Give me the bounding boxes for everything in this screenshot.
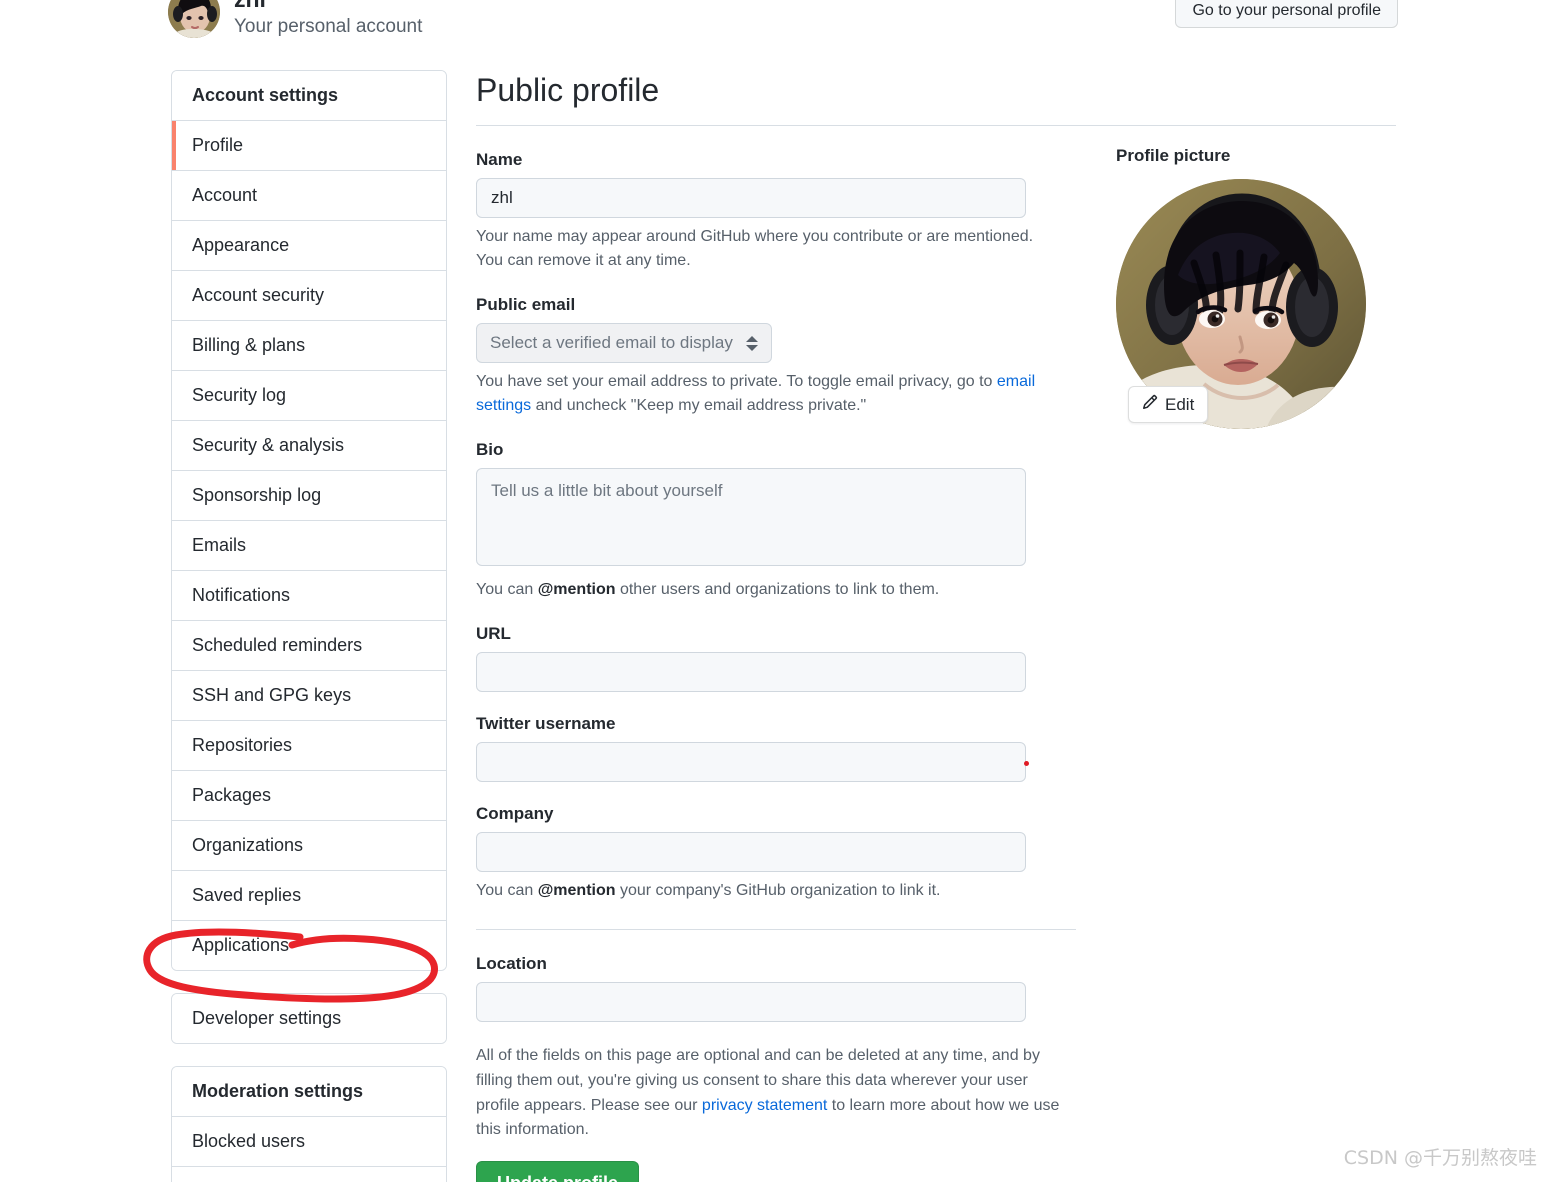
sidebar-item-notifications[interactable]: Notifications: [172, 571, 446, 621]
public-email-helper-text: You have set your email address to priva…: [476, 370, 1061, 418]
consent-text: All of the fields on this page are optio…: [476, 1044, 1066, 1143]
field-bio: Bio You can @mention other users and org…: [476, 440, 1076, 602]
sidebar-item-emails[interactable]: Emails: [172, 521, 446, 571]
company-input[interactable]: [476, 832, 1026, 872]
page-title: Public profile: [476, 72, 1396, 126]
sidebar-item-saved-replies[interactable]: Saved replies: [172, 871, 446, 921]
public-email-label: Public email: [476, 295, 576, 314]
public-email-selected-value: Select a verified email to display: [490, 333, 733, 352]
privacy-statement-link[interactable]: privacy statement: [702, 1097, 827, 1114]
red-dot-marker: [1024, 761, 1029, 766]
edit-button-label: Edit: [1165, 394, 1195, 414]
field-url: URL: [476, 624, 1076, 692]
sidebar-item-sponsorship-log[interactable]: Sponsorship log: [172, 471, 446, 521]
public-email-select[interactable]: Select a verified email to display: [476, 323, 772, 363]
account-subtitle: Your personal account: [234, 16, 423, 38]
public-email-helper-suffix: and uncheck "Keep my email address priva…: [531, 397, 867, 414]
twitter-label: Twitter username: [476, 714, 616, 733]
public-profile-form: Public profile Name Your name may appear…: [476, 72, 1396, 1182]
url-input[interactable]: [476, 652, 1026, 692]
twitter-input[interactable]: [476, 742, 1026, 782]
company-helper-text: You can @mention your company's GitHub o…: [476, 879, 1061, 903]
bio-helper-mention: @mention: [537, 581, 616, 598]
nav-heading-moderation-settings: Moderation settings: [172, 1067, 446, 1117]
sidebar-item-account-security[interactable]: Account security: [172, 271, 446, 321]
nav-group-developer: Developer settings: [171, 993, 447, 1044]
sidebar-item-organizations[interactable]: Organizations: [172, 821, 446, 871]
field-twitter: Twitter username: [476, 714, 1076, 782]
sidebar-item-billing-plans[interactable]: Billing & plans: [172, 321, 446, 371]
sidebar-item-developer-settings[interactable]: Developer settings: [172, 994, 446, 1043]
bio-helper-suffix: other users and organizations to link to…: [615, 581, 940, 598]
account-header: zhl Your personal account: [168, 0, 423, 39]
bio-textarea[interactable]: [476, 468, 1026, 566]
sidebar-item-ssh-gpg-keys[interactable]: SSH and GPG keys: [172, 671, 446, 721]
sidebar-item-blocked-users[interactable]: Blocked users: [172, 1117, 446, 1167]
profile-picture-section: Profile picture Edit: [1116, 146, 1366, 429]
section-divider: [476, 929, 1076, 930]
company-helper-suffix: your company's GitHub organization to li…: [615, 882, 941, 899]
profile-picture-label: Profile picture: [1116, 146, 1231, 165]
url-label: URL: [476, 624, 511, 643]
location-label: Location: [476, 954, 547, 973]
field-public-email: Public email Select a verified email to …: [476, 295, 1076, 418]
location-input[interactable]: [476, 982, 1026, 1022]
nav-group-account-settings: Account settings Profile Account Appeara…: [171, 70, 447, 971]
sidebar-item-repositories[interactable]: Repositories: [172, 721, 446, 771]
sidebar-item-security-analysis[interactable]: Security & analysis: [172, 421, 446, 471]
sidebar-item-appearance[interactable]: Appearance: [172, 221, 446, 271]
sidebar-item-profile[interactable]: Profile: [172, 121, 446, 171]
watermark: CSDN @千万别熬夜哇: [1343, 1147, 1537, 1169]
field-company: Company You can @mention your company's …: [476, 804, 1076, 903]
nav-group-moderation-settings: Moderation settings Blocked users Intera…: [171, 1066, 447, 1182]
company-helper-mention: @mention: [537, 882, 616, 899]
field-location: Location: [476, 954, 1076, 1022]
bio-helper-prefix: You can: [476, 581, 538, 598]
sidebar-item-packages[interactable]: Packages: [172, 771, 446, 821]
edit-profile-picture-button[interactable]: Edit: [1128, 386, 1209, 423]
name-input[interactable]: [476, 178, 1026, 218]
settings-sidebar: Account settings Profile Account Appeara…: [171, 70, 447, 1182]
sidebar-item-account[interactable]: Account: [172, 171, 446, 221]
bio-helper-text: You can @mention other users and organiz…: [476, 578, 1061, 602]
go-to-personal-profile-button[interactable]: Go to your personal profile: [1175, 0, 1398, 28]
field-name: Name Your name may appear around GitHub …: [476, 150, 1076, 273]
update-profile-button[interactable]: Update profile: [476, 1161, 640, 1182]
sidebar-item-interaction-limits[interactable]: Interaction limits: [172, 1167, 446, 1182]
name-helper-text: Your name may appear around GitHub where…: [476, 228, 1034, 269]
account-name: zhl: [234, 0, 422, 12]
name-label: Name: [476, 150, 523, 169]
company-label: Company: [476, 804, 554, 823]
pencil-icon: [1142, 394, 1158, 415]
public-email-helper-prefix: You have set your email address to priva…: [476, 373, 997, 390]
avatar-image: [168, 0, 220, 39]
sidebar-item-applications[interactable]: Applications: [172, 921, 446, 970]
bio-label: Bio: [476, 440, 504, 459]
sidebar-item-scheduled-reminders[interactable]: Scheduled reminders: [172, 621, 446, 671]
sidebar-item-security-log[interactable]: Security log: [172, 371, 446, 421]
chevron-updown-icon: [746, 335, 758, 351]
settings-page: zhl Your personal account Go to your per…: [0, 0, 1553, 1182]
nav-heading-account-settings: Account settings: [172, 71, 446, 121]
avatar[interactable]: [168, 0, 220, 39]
company-helper-prefix: You can: [476, 882, 538, 899]
